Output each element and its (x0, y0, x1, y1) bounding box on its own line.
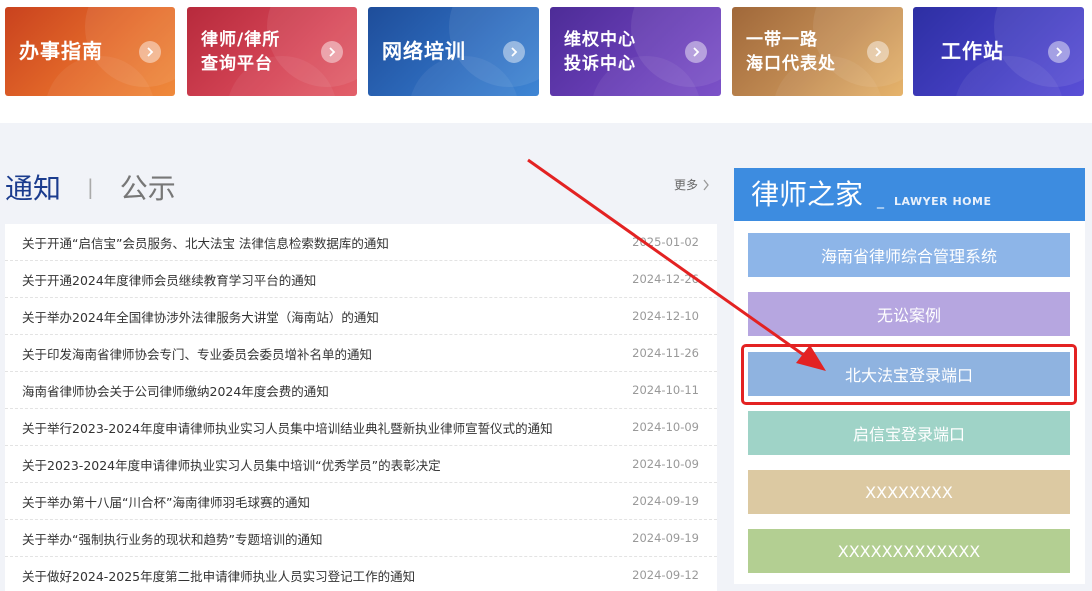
chevron-right-icon (503, 41, 525, 63)
notice-title: 关于2023-2024年度申请律师执业实习人员集中培训“优秀学员”的表彰决定 (22, 457, 441, 473)
tab-separator: | (87, 175, 94, 199)
qixinbao-login-button[interactable]: 启信宝登录端口 (748, 411, 1070, 455)
lawyer-system-button[interactable]: 海南省律师综合管理系统 (748, 233, 1070, 277)
chevron-right-icon (1048, 41, 1070, 63)
tile-label: 律师/律所 查询平台 (201, 29, 281, 74)
notice-date: 2024-09-12 (632, 568, 699, 582)
pkulaw-login-button[interactable]: 北大法宝登录端口 (748, 352, 1070, 396)
list-item[interactable]: 关于印发海南省律师协会专门、专业委员会委员增补名单的通知 2024-11-26 (5, 335, 717, 372)
list-item[interactable]: 海南省律师协会关于公司律师缴纳2024年度会费的通知 2024-10-11 (5, 372, 717, 409)
tile-belt-road[interactable]: 一带一路 海口代表处 (732, 7, 903, 96)
notice-title: 关于开通“启信宝”会员服务、北大法宝 法律信息检索数据库的通知 (22, 235, 389, 251)
chevron-right-icon (703, 179, 709, 190)
notice-title: 关于举行2023-2024年度申请律师执业实习人员集中培训结业典礼暨新执业律师宣… (22, 420, 553, 436)
wusong-cases-button[interactable]: 无讼案例 (748, 292, 1070, 336)
notice-tabs: 通知 | 公示 (5, 167, 176, 207)
notice-title: 海南省律师协会关于公司律师缴纳2024年度会费的通知 (22, 383, 329, 399)
notice-date: 2024-09-19 (632, 494, 699, 508)
tile-label: 维权中心 投诉中心 (564, 29, 636, 74)
chevron-right-icon (139, 41, 161, 63)
quick-links: 办事指南 律师/律所 查询平台 网络培训 维权中心 投诉中心 一带一路 海口代表… (0, 0, 1092, 104)
notice-date: 2024-10-09 (632, 420, 699, 434)
list-item[interactable]: 关于2023-2024年度申请律师执业实习人员集中培训“优秀学员”的表彰决定 20… (5, 446, 717, 483)
tile-label: 网络培训 (382, 39, 466, 63)
list-item[interactable]: 关于开通2024年度律师会员继续教育学习平台的通知 2024-12-26 (5, 261, 717, 298)
tab-notices[interactable]: 通知 (5, 167, 61, 207)
notice-title: 关于举办2024年全国律协涉外法律服务大讲堂（海南站）的通知 (22, 309, 379, 325)
notice-title: 关于开通2024年度律师会员继续教育学习平台的通知 (22, 272, 317, 288)
list-item[interactable]: 关于开通“启信宝”会员服务、北大法宝 法律信息检索数据库的通知 2025-01-0… (5, 224, 717, 261)
notice-title: 关于举办第十八届“川合杯”海南律师羽毛球赛的通知 (22, 494, 310, 510)
chevron-right-icon (867, 41, 889, 63)
panel-subtitle: LAWYER HOME (894, 195, 992, 208)
lawyer-home-header: 律师之家 _ LAWYER HOME (734, 168, 1085, 221)
tile-label: 办事指南 (19, 39, 103, 63)
notice-date: 2025-01-02 (632, 235, 699, 249)
list-item[interactable]: 关于举办“强制执行业务的现状和趋势”专题培训的通知 2024-09-19 (5, 520, 717, 557)
more-label: 更多 (674, 178, 699, 192)
chevron-right-icon (321, 41, 343, 63)
notice-title: 关于举办“强制执行业务的现状和趋势”专题培训的通知 (22, 531, 323, 547)
notice-title: 关于做好2024-2025年度第二批申请律师执业人员实习登记工作的通知 (22, 568, 416, 584)
panel-title: 律师之家 (751, 178, 864, 211)
more-link[interactable]: 更多 (674, 176, 710, 193)
notice-date: 2024-09-19 (632, 531, 699, 545)
lawyer-home-panel: 律师之家 _ LAWYER HOME 海南省律师综合管理系统 无讼案例 北大法宝… (734, 168, 1085, 584)
notice-title: 关于印发海南省律师协会专门、专业委员会委员增补名单的通知 (22, 346, 373, 362)
tab-announcements[interactable]: 公示 (120, 167, 176, 207)
tile-workstation[interactable]: 工作站 (913, 7, 1084, 96)
tile-guide[interactable]: 办事指南 (5, 7, 175, 96)
redacted-button-2[interactable]: XXXXXXXXXXXXX (748, 529, 1070, 573)
notice-date: 2024-11-26 (632, 346, 699, 360)
redacted-button-1[interactable]: XXXXXXXX (748, 470, 1070, 514)
list-item[interactable]: 关于举办第十八届“川合杯”海南律师羽毛球赛的通知 2024-09-19 (5, 483, 717, 520)
list-item[interactable]: 关于举行2023-2024年度申请律师执业实习人员集中培训结业典礼暨新执业律师宣… (5, 409, 717, 446)
tile-rights-center[interactable]: 维权中心 投诉中心 (550, 7, 721, 96)
notice-date: 2024-12-10 (632, 309, 699, 323)
tile-label: 工作站 (941, 39, 1004, 63)
tile-lawyer-query[interactable]: 律师/律所 查询平台 (187, 7, 357, 96)
title-dash: _ (877, 193, 885, 209)
notice-date: 2024-10-11 (632, 383, 699, 397)
tile-online-training[interactable]: 网络培训 (368, 7, 539, 96)
chevron-right-icon (685, 41, 707, 63)
notice-list: 关于开通“启信宝”会员服务、北大法宝 法律信息检索数据库的通知 2025-01-0… (5, 224, 717, 591)
list-item[interactable]: 关于举办2024年全国律协涉外法律服务大讲堂（海南站）的通知 2024-12-10 (5, 298, 717, 335)
notice-date: 2024-12-26 (632, 272, 699, 286)
notice-date: 2024-10-09 (632, 457, 699, 471)
tile-label: 一带一路 海口代表处 (746, 29, 836, 74)
list-item[interactable]: 关于做好2024-2025年度第二批申请律师执业人员实习登记工作的通知 2024-… (5, 557, 717, 591)
